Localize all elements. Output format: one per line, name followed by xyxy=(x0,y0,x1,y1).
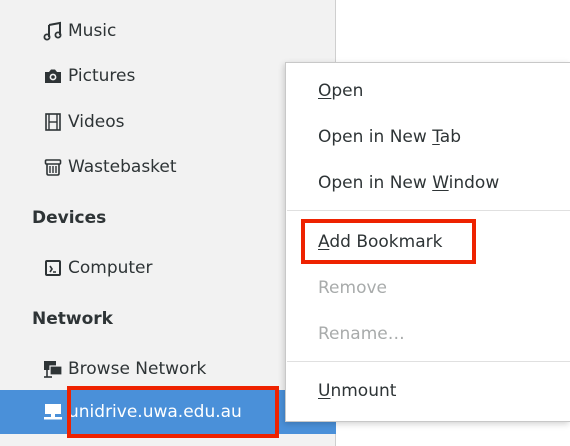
menu-item-label: Add Bookmark xyxy=(318,232,443,252)
menu-item-label: Rename… xyxy=(318,324,405,344)
context-menu: Open Open in New Tab Open in New Window … xyxy=(285,62,570,422)
sidebar-item-music[interactable]: Music xyxy=(0,9,336,53)
network-icon xyxy=(43,359,63,379)
menu-item-rename: Rename… xyxy=(286,312,570,356)
computer-icon xyxy=(43,258,63,278)
network-drive-icon xyxy=(43,402,63,422)
section-heading: Network xyxy=(32,309,113,329)
sidebar-item-label: Browse Network xyxy=(68,359,207,379)
sidebar-item-label: Music xyxy=(68,21,117,41)
menu-separator xyxy=(287,361,570,362)
sidebar-item-label: Computer xyxy=(68,258,153,278)
menu-separator xyxy=(287,210,570,211)
menu-item-label: Open xyxy=(318,81,364,101)
music-note-icon xyxy=(43,21,63,41)
menu-item-open-new-tab[interactable]: Open in New Tab xyxy=(286,115,570,159)
sidebar-item-label: Pictures xyxy=(68,66,136,86)
sidebar-item-label: unidrive.uwa.edu.au xyxy=(68,402,242,422)
menu-item-remove: Remove xyxy=(286,266,570,310)
sidebar-item-label: Videos xyxy=(68,112,125,132)
menu-item-unmount[interactable]: Unmount xyxy=(286,369,570,413)
section-heading: Devices xyxy=(32,208,107,228)
menu-item-label: Remove xyxy=(318,278,387,298)
camera-icon xyxy=(43,66,63,86)
menu-item-label: Open in New Window xyxy=(318,173,500,193)
trash-icon xyxy=(43,157,63,177)
menu-item-open-new-window[interactable]: Open in New Window xyxy=(286,161,570,205)
menu-item-open[interactable]: Open xyxy=(286,69,570,113)
menu-item-label: Unmount xyxy=(318,381,397,401)
film-icon xyxy=(43,112,63,132)
sidebar-item-label: Wastebasket xyxy=(68,157,177,177)
menu-item-label: Open in New Tab xyxy=(318,127,461,147)
menu-item-add-bookmark[interactable]: Add Bookmark xyxy=(286,220,570,264)
